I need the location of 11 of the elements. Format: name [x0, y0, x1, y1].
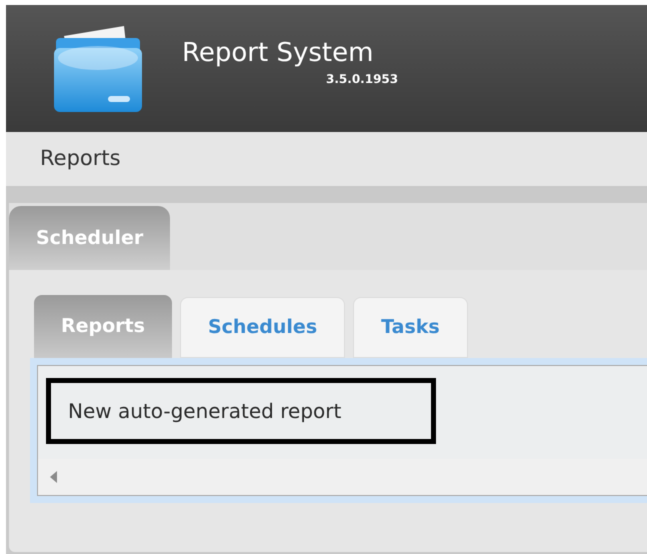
version-label: 3.5.0.1953 — [326, 70, 398, 88]
list-item[interactable]: New auto-generated report — [46, 378, 436, 444]
folder-icon — [52, 24, 144, 114]
tab[interactable]: Tasks — [353, 297, 468, 358]
tab[interactable]: Schedules — [180, 297, 346, 358]
scroll-left-icon[interactable] — [50, 471, 57, 483]
tab[interactable]: Reports — [34, 295, 172, 358]
horizontal-scrollbar[interactable] — [38, 459, 647, 495]
app-title: Report System — [182, 40, 374, 66]
tab[interactable]: Scheduler — [9, 206, 170, 270]
menu-item[interactable]: Reports — [40, 143, 121, 175]
